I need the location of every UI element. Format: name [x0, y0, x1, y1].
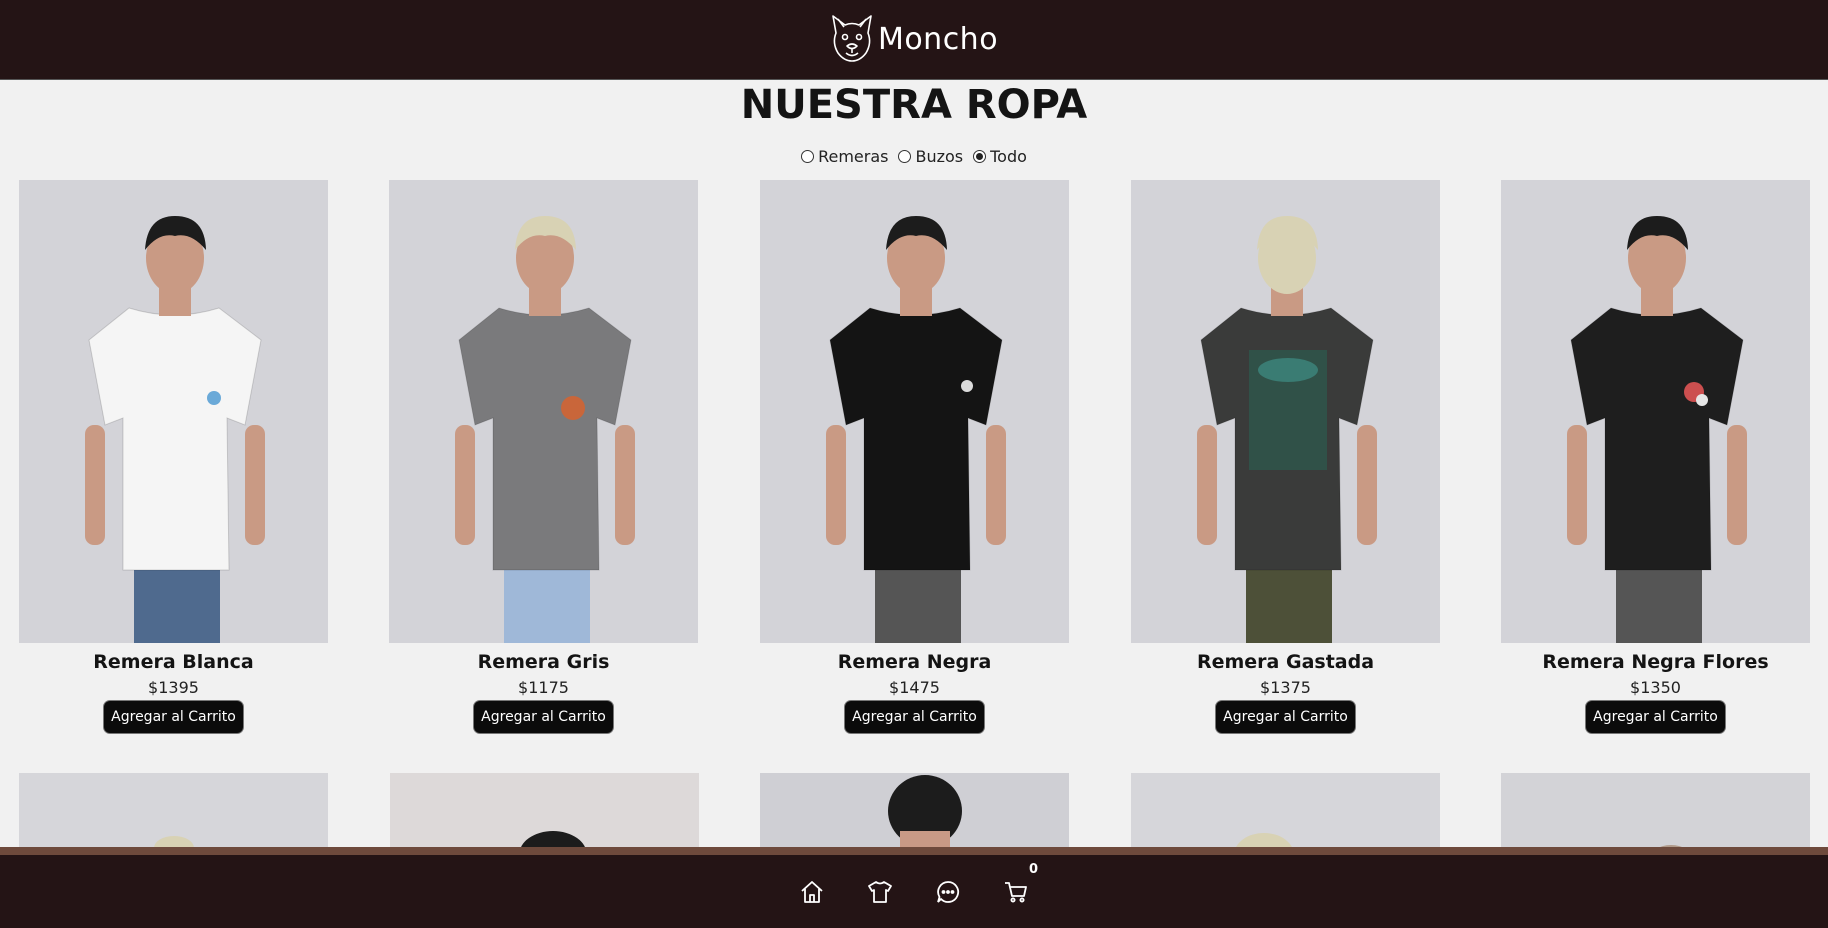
product-photo[interactable]: [760, 180, 1069, 643]
filter-label: Remeras: [818, 147, 889, 166]
page-title: NUESTRA ROPA: [740, 82, 1088, 128]
filter-label: Todo: [990, 147, 1027, 166]
radio-button[interactable]: [898, 150, 912, 163]
brand[interactable]: Moncho: [830, 13, 998, 67]
product-photo-partial[interactable]: [1131, 773, 1440, 853]
product-photo-partial[interactable]: [1501, 773, 1810, 853]
add-to-cart-button[interactable]: Agregar al Carrito: [1585, 700, 1726, 734]
product-price: $1395: [148, 678, 199, 697]
filter-option-remeras[interactable]: Remeras: [801, 147, 888, 166]
product-name: Remera Gastada: [1196, 651, 1375, 673]
product-photo[interactable]: [1131, 180, 1440, 643]
category-filter: Remeras Buzos Todo: [0, 147, 1828, 166]
tshirt-icon[interactable]: [866, 878, 894, 906]
product-photo[interactable]: [19, 180, 328, 643]
radio-selected-dot: [976, 153, 984, 160]
filter-option-buzos[interactable]: Buzos: [898, 147, 963, 166]
add-to-cart-button[interactable]: Agregar al Carrito: [1215, 700, 1356, 734]
chat-icon[interactable]: [934, 878, 962, 906]
product-name: Remera Blanca: [93, 651, 254, 673]
product-card: Remera Blanca $1395 Agregar al Carrito: [19, 180, 328, 734]
add-to-cart-button[interactable]: Agregar al Carrito: [473, 700, 614, 734]
product-card: Remera Negra Flores $1350 Agregar al Carri…: [1501, 180, 1810, 734]
product-price: $1375: [1260, 678, 1311, 697]
filter-option-todo[interactable]: Todo: [973, 147, 1027, 166]
bottom-nav: 0: [0, 855, 1828, 928]
product-name: Remera Gris: [477, 651, 610, 673]
product-card: Remera Gris $1175 Agregar al Carrito: [389, 180, 698, 734]
bulldog-logo-icon: [830, 13, 874, 67]
add-to-cart-button[interactable]: Agregar al Carrito: [844, 700, 985, 734]
product-card: Remera Gastada $1375 Agregar al Carrito: [1131, 180, 1440, 734]
product-price: $1350: [1630, 678, 1681, 697]
cart-icon[interactable]: 0: [1002, 862, 1038, 906]
product-card: Remera Negra $1475 Agregar al Carrito: [760, 180, 1069, 734]
product-price: $1475: [889, 678, 940, 697]
product-photo-partial[interactable]: [760, 773, 1069, 853]
top-header: Moncho: [0, 0, 1828, 80]
radio-button[interactable]: [973, 150, 987, 163]
product-name: Remera Negra: [837, 651, 992, 673]
product-name: Remera Negra Flores: [1542, 651, 1769, 673]
filter-label: Buzos: [915, 147, 964, 166]
cart-count-badge: 0: [1028, 861, 1038, 877]
add-to-cart-button[interactable]: Agregar al Carrito: [103, 700, 244, 734]
product-photo-partial[interactable]: [390, 773, 699, 853]
home-icon[interactable]: [798, 878, 826, 906]
product-photo[interactable]: [1501, 180, 1810, 643]
product-photo[interactable]: [389, 180, 698, 643]
radio-button[interactable]: [801, 150, 815, 163]
brand-name: Moncho: [877, 22, 999, 57]
product-price: $1175: [518, 678, 569, 697]
product-photo-partial[interactable]: [19, 773, 328, 853]
